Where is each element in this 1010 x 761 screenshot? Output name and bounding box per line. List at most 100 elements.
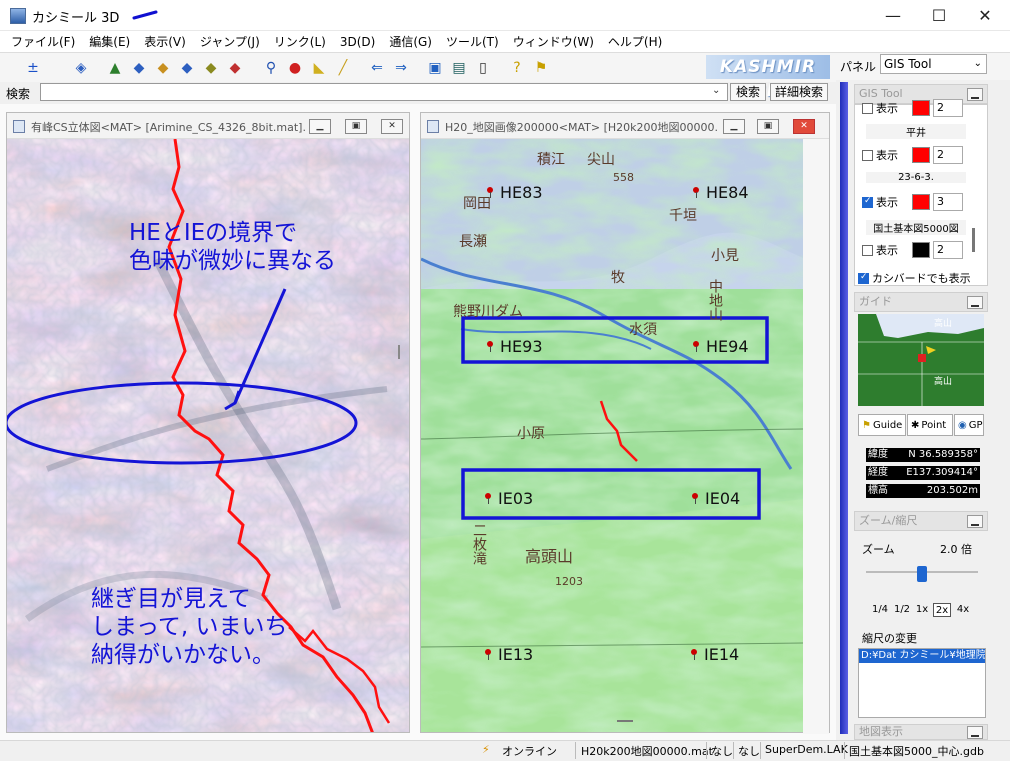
annotation-line: 色味が微妙に異なる: [129, 248, 336, 274]
cs-restore-button[interactable]: ▣: [345, 119, 367, 134]
kashibar-checkbox[interactable]: [858, 272, 869, 284]
topo-close-button[interactable]: ✕: [793, 119, 815, 134]
zoom-collapse-button[interactable]: [967, 515, 983, 528]
menu-comm[interactable]: 通信(G): [382, 32, 439, 52]
splitter-handle[interactable]: [398, 345, 400, 359]
film-icon[interactable]: ▤: [450, 59, 468, 77]
status-field-none: なし: [738, 745, 760, 758]
menu-link[interactable]: リンク(L): [267, 32, 333, 52]
menu-3d[interactable]: 3D(D): [333, 32, 382, 52]
tab-point[interactable]: ✱ Point: [907, 414, 953, 436]
ruler-icon[interactable]: ╱: [334, 59, 352, 77]
gis-layer-row: 表示 2: [862, 145, 963, 165]
mesh-label-he94: HE94: [693, 337, 749, 356]
zoom-slider-thumb[interactable]: [917, 566, 927, 582]
zoom-1x-button[interactable]: 1x: [914, 603, 930, 617]
tab-gp[interactable]: ◉ GP: [954, 414, 984, 436]
menu-file[interactable]: ファイル(F): [4, 32, 82, 52]
search-button[interactable]: 検索: [730, 83, 766, 101]
help-icon[interactable]: ?: [508, 59, 526, 77]
guide-map-label: 高山: [934, 319, 953, 329]
topo-map[interactable]: HE83 HE84 HE93 HE94 IE03 IE04 IE13 IE14 …: [421, 139, 803, 732]
maximize-button[interactable]: ☐: [916, 0, 962, 31]
display-checkbox[interactable]: [862, 102, 873, 114]
topo-window-title: H20_地図画像200000<MAT> [H20k200地図00000...: [445, 121, 719, 134]
topo-restore-button[interactable]: ▣: [757, 119, 779, 134]
map-olive-icon[interactable]: ◆: [202, 59, 220, 77]
gis-scrollbar-thumb[interactable]: [972, 228, 975, 252]
camera-icon[interactable]: ▣: [426, 59, 444, 77]
zoom-4x-button[interactable]: 4x: [954, 603, 972, 617]
pin-icon: [693, 187, 699, 198]
zoom-quarter-button[interactable]: 1/4: [870, 603, 890, 617]
terrain-icon[interactable]: ▲: [106, 59, 124, 77]
zoom-search-icon[interactable]: ±: [24, 59, 42, 77]
scale-list-item[interactable]: D:¥Dat カシミール¥地理院: [859, 649, 985, 663]
detail-search-button[interactable]: 詳細検索: [770, 83, 828, 101]
cheese-icon[interactable]: ◣: [310, 59, 328, 77]
zoom-2x-button[interactable]: 2x: [933, 603, 951, 617]
guide-collapse-button[interactable]: [967, 296, 983, 309]
mesh-label-he83: HE83: [487, 183, 543, 202]
chevron-down-icon: ⌄: [973, 58, 982, 69]
panel-splitter[interactable]: [840, 82, 848, 734]
chevron-down-icon[interactable]: ⌄: [712, 85, 720, 96]
gps-device-icon[interactable]: ▯: [474, 59, 492, 77]
pin-icon[interactable]: ●: [286, 59, 304, 77]
line-color-swatch[interactable]: [912, 147, 930, 163]
line-width-select[interactable]: 2: [933, 99, 963, 117]
menu-jump[interactable]: ジャンプ(J): [193, 32, 267, 52]
zoom-slider[interactable]: [866, 566, 978, 582]
mesh-label-ie13: IE13: [485, 645, 533, 664]
arrow-right-icon[interactable]: ⇒: [392, 59, 410, 77]
tab-guide[interactable]: ⚑ Guide: [858, 414, 906, 436]
status-dem-file: SuperDem.LAK: [765, 743, 848, 756]
splitter-handle[interactable]: [617, 720, 633, 722]
line-width-select[interactable]: 2: [933, 146, 963, 164]
minimize-button[interactable]: —: [870, 0, 916, 31]
line-color-swatch[interactable]: [912, 242, 930, 258]
menu-help[interactable]: ヘルプ(H): [601, 32, 669, 52]
topo-window-titlebar[interactable]: H20_地図画像200000<MAT> [H20k200地図00000... ▁…: [421, 113, 829, 139]
status-separator: [844, 742, 845, 759]
layer-icon[interactable]: ◈: [72, 59, 90, 77]
map-display-collapse-button[interactable]: [967, 726, 983, 739]
search-input[interactable]: [40, 83, 728, 101]
arrow-left-icon[interactable]: ⇐: [368, 59, 386, 77]
display-checkbox[interactable]: [862, 244, 873, 256]
line-color-swatch[interactable]: [912, 194, 930, 210]
binoculars-icon[interactable]: ⚲: [262, 59, 280, 77]
topo-scroll-gutter[interactable]: [803, 139, 829, 734]
map-text: 牧: [611, 270, 625, 286]
gis-collapse-button[interactable]: [967, 88, 983, 101]
gis-layer-name: 23-6-3.: [866, 172, 966, 183]
map-text: 水須: [629, 322, 657, 338]
guide-map-image: [858, 314, 984, 406]
menu-tools[interactable]: ツール(T): [439, 32, 506, 52]
line-width-select[interactable]: 3: [933, 193, 963, 211]
cs-relief-map[interactable]: HEとIEの境界で 色味が微妙に異なる 継ぎ目が見えて しまって, いまいち 納…: [7, 139, 409, 732]
gis-layer-name: 国土基本図5000図: [866, 220, 966, 235]
exit-icon[interactable]: ⚑: [532, 59, 550, 77]
close-button[interactable]: ✕: [962, 0, 1008, 31]
display-checkbox[interactable]: [862, 149, 873, 161]
menu-edit[interactable]: 編集(E): [82, 32, 137, 52]
topo-minimize-button[interactable]: ▁: [723, 119, 745, 134]
line-width-select[interactable]: 2: [933, 241, 963, 259]
scale-list[interactable]: D:¥Dat カシミール¥地理院: [858, 648, 986, 718]
map-red-icon[interactable]: ◆: [226, 59, 244, 77]
cs-minimize-button[interactable]: ▁: [309, 119, 331, 134]
zoom-half-button[interactable]: 1/2: [892, 603, 912, 617]
cs-close-button[interactable]: ✕: [381, 119, 403, 134]
guide-minimap[interactable]: 高山 高山: [858, 314, 984, 406]
map-stack-icon[interactable]: ◆: [130, 59, 148, 77]
panel-select[interactable]: GIS Tool ⌄: [880, 54, 987, 74]
line-color-swatch[interactable]: [912, 100, 930, 116]
map-yellow-icon[interactable]: ◆: [154, 59, 172, 77]
map-text: 尖山: [587, 152, 615, 168]
menu-window[interactable]: ウィンドウ(W): [506, 32, 601, 52]
display-checkbox-checked[interactable]: [862, 196, 873, 208]
cs-window-titlebar[interactable]: 有峰CS立体図<MAT> [Arimine_CS_4326_8bit.mat].…: [7, 113, 409, 139]
map-blue-icon[interactable]: ◆: [178, 59, 196, 77]
menu-view[interactable]: 表示(V): [137, 32, 193, 52]
